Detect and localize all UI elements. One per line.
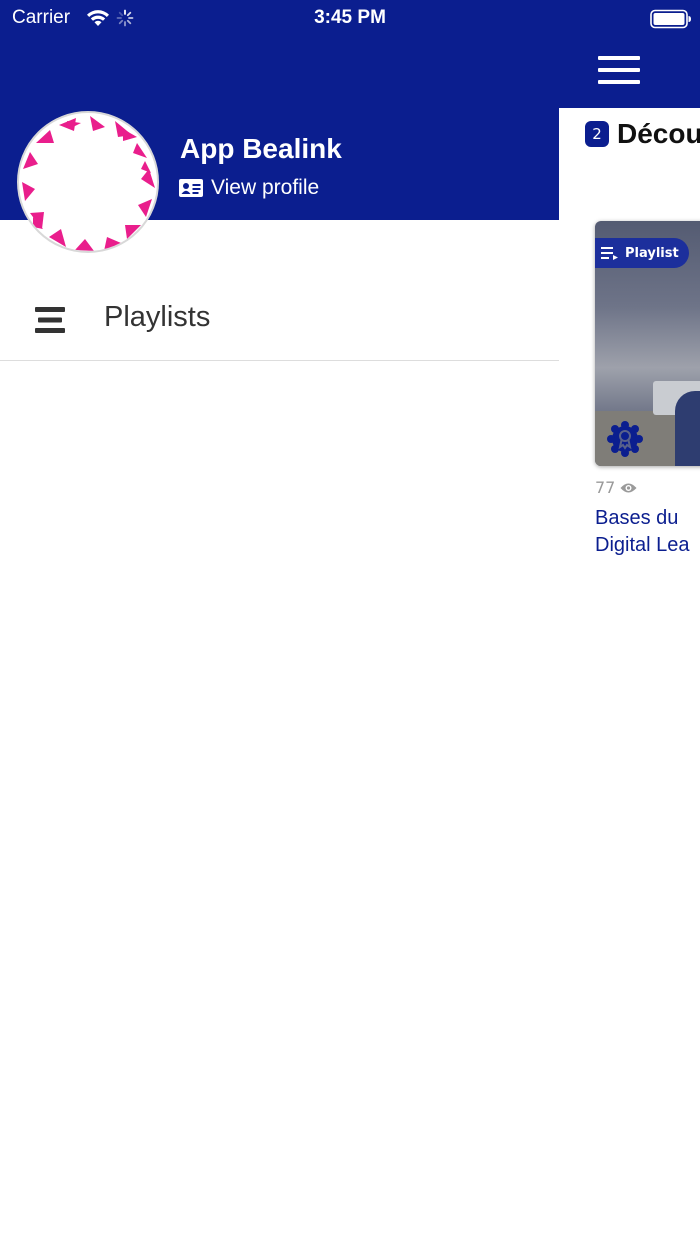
drawer-menu-item-label: Playlists (104, 301, 211, 333)
avatar[interactable] (17, 111, 159, 253)
card-image-person (675, 391, 700, 466)
view-profile-link[interactable]: View profile (179, 176, 319, 200)
side-drawer: App Bealink View profile Playlists (0, 0, 559, 1244)
award-badge-icon (605, 419, 645, 463)
playlist-tag-label: Playlist (625, 245, 679, 261)
card-title-line2: Digital Lea (595, 534, 690, 556)
profile-name: App Bealink (180, 133, 342, 164)
eye-icon (620, 483, 637, 492)
page-title: Décou (617, 118, 700, 149)
views-count: 77 (595, 478, 616, 497)
drawer-body (0, 220, 559, 1244)
count-badge: 2 (585, 121, 609, 147)
hamburger-icon[interactable] (598, 54, 642, 88)
page-heading: 2 Décou (585, 118, 700, 150)
list-icon (35, 305, 67, 339)
view-profile-label: View profile (211, 176, 320, 199)
avatar-logo-icon (22, 116, 155, 251)
id-card-icon (179, 179, 203, 197)
battery-icon (650, 9, 692, 33)
app-screen: Carrier 3:45 PM 2 Décou Playlist 77 Base… (0, 0, 700, 1244)
card-title-line1: Bases du (595, 507, 679, 529)
playlist-card[interactable]: Playlist (595, 221, 700, 466)
drawer-menu-item-playlists[interactable]: Playlists (0, 279, 559, 361)
views-counter: 77 (595, 478, 637, 497)
card-title[interactable]: Bases du Digital Lea (595, 505, 700, 559)
playlist-tag: Playlist (595, 238, 689, 268)
playlist-icon (601, 247, 618, 260)
